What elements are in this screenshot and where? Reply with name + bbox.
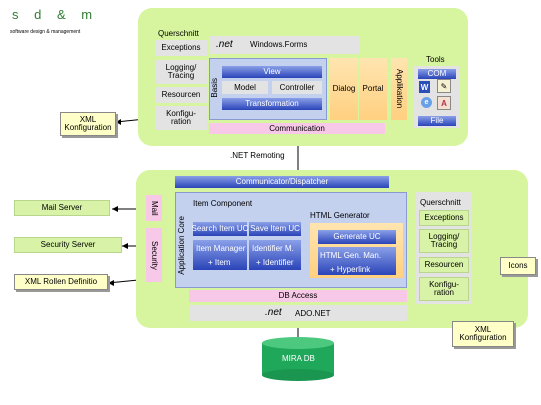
mira-db-cylinder	[262, 337, 334, 381]
mira-db-label: MIRA DB	[282, 354, 315, 363]
